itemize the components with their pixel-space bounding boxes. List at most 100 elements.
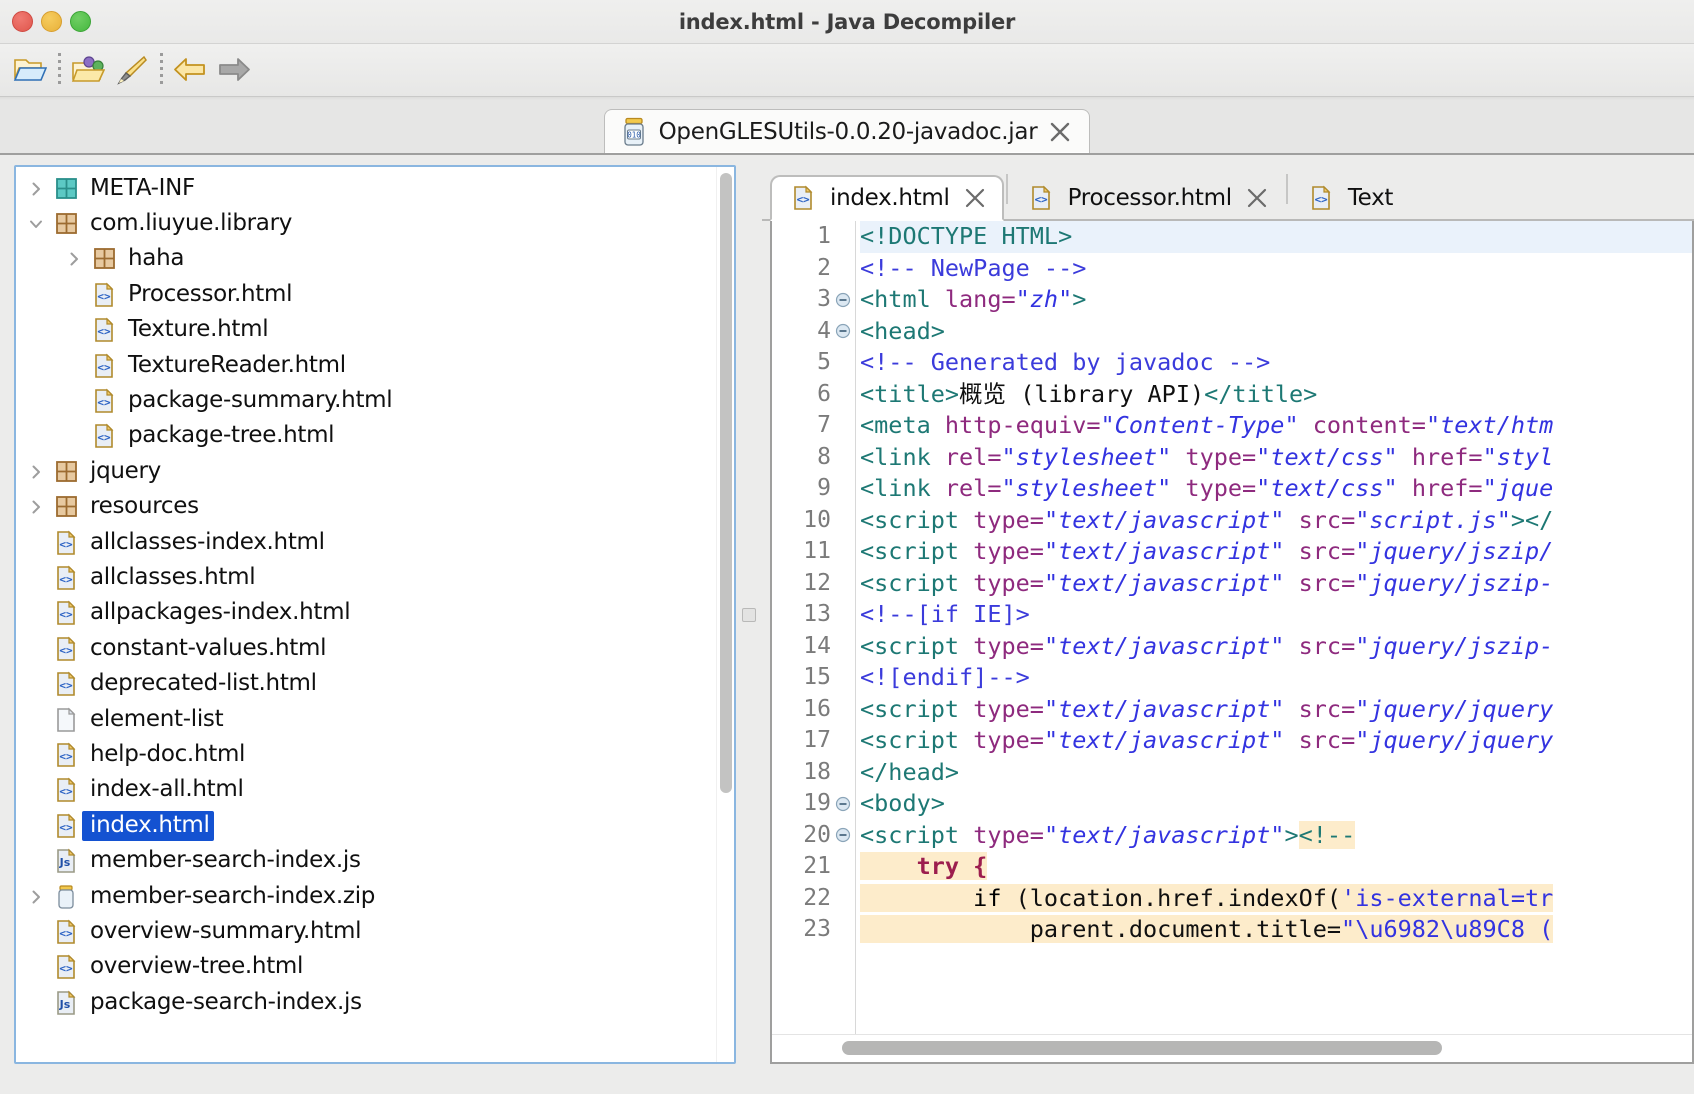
chevron-right-icon[interactable]	[27, 888, 45, 906]
tree-twisty[interactable]	[22, 888, 50, 906]
code-line[interactable]: <script type="text/javascript" src="jque…	[860, 694, 1692, 726]
code-line[interactable]: <script type="text/javascript" src="jque…	[860, 568, 1692, 600]
fold-marker[interactable]	[833, 794, 853, 814]
divider-grip[interactable]	[742, 607, 756, 622]
zoom-button[interactable]	[70, 11, 91, 32]
tree-row[interactable]: Js package-search-index.js	[16, 985, 716, 1020]
code-line[interactable]: <script type="text/javascript"><!--	[860, 820, 1692, 852]
code-area[interactable]: 1 2 3 4 5 6 7 8 9 10 11 12 13 14 15 16 17 18 19 20 21 22 23 <!…	[772, 221, 1692, 1034]
code-line[interactable]: <html lang="zh">	[860, 284, 1692, 316]
blank-file-icon	[50, 706, 82, 734]
tree-twisty[interactable]	[22, 498, 50, 516]
split-divider[interactable]	[736, 165, 762, 1064]
fold-collapse-icon[interactable]	[834, 826, 852, 844]
chevron-right-icon[interactable]	[27, 498, 45, 516]
code-line[interactable]: <link rel="stylesheet" type="text/css" h…	[860, 442, 1692, 474]
tree-row[interactable]: <> allclasses.html	[16, 560, 716, 595]
tree-row[interactable]: <> index-all.html	[16, 773, 716, 808]
code-token: "styl	[1482, 442, 1554, 471]
package-icon-brown	[50, 210, 82, 238]
code-line[interactable]: <!--[if IE]>	[860, 599, 1692, 631]
code-horizontal-scrollbar[interactable]	[772, 1034, 1692, 1062]
code-line[interactable]: if (location.href.indexOf('is-external=t…	[860, 883, 1692, 915]
tree-row[interactable]: <> help-doc.html	[16, 737, 716, 772]
tree-row[interactable]: Js member-search-index.js	[16, 843, 716, 878]
jar-tree[interactable]: META-INF com.liuyue.library haha <> Processo…	[16, 167, 716, 1062]
tree-row[interactable]: resources	[16, 490, 716, 525]
open-file-button[interactable]	[8, 50, 52, 90]
code-line[interactable]: <script type="text/javascript" src="jque…	[860, 631, 1692, 663]
tree-row[interactable]: <> package-summary.html	[16, 383, 716, 418]
tree-row[interactable]: <> package-tree.html	[16, 419, 716, 454]
code-scroll-thumb[interactable]	[842, 1041, 1442, 1055]
chevron-right-icon[interactable]	[27, 180, 45, 198]
editor-tab[interactable]: <> Processor.html	[1010, 175, 1284, 221]
tree-vertical-scrollbar[interactable]	[716, 167, 734, 1062]
tree-row[interactable]: com.liuyue.library	[16, 206, 716, 241]
chevron-right-icon[interactable]	[27, 463, 45, 481]
code-token: "zh"	[1015, 285, 1073, 313]
jar-tab[interactable]: 010 OpenGLESUtils-0.0.20-javadoc.jar	[603, 109, 1091, 153]
close-icon[interactable]	[1246, 187, 1268, 209]
tree-scroll-thumb[interactable]	[720, 173, 732, 793]
tree-twisty[interactable]	[22, 463, 50, 481]
tree-row[interactable]: <> constant-values.html	[16, 631, 716, 666]
code-line[interactable]: <link rel="stylesheet" type="text/css" h…	[860, 473, 1692, 505]
line-number-value: 5	[817, 349, 831, 375]
code-line[interactable]: <head>	[860, 316, 1692, 348]
code-line[interactable]: <title>概览 (library API)</title>	[860, 379, 1692, 411]
code-line[interactable]: <!DOCTYPE HTML>	[860, 221, 1692, 253]
code-line[interactable]: parent.document.title="\u6982\u89C8 (	[860, 914, 1692, 946]
tree-twisty[interactable]	[60, 250, 88, 268]
minimize-button[interactable]	[41, 11, 62, 32]
code-line[interactable]: <!-- NewPage -->	[860, 253, 1692, 285]
tree-row[interactable]: member-search-index.zip	[16, 879, 716, 914]
tree-row[interactable]: element-list	[16, 702, 716, 737]
code-line[interactable]: <!-- Generated by javadoc -->	[860, 347, 1692, 379]
code-line[interactable]: <script type="text/javascript" src="scri…	[860, 505, 1692, 537]
tree-row[interactable]: <> allpackages-index.html	[16, 596, 716, 631]
tree-row[interactable]: <> deprecated-list.html	[16, 666, 716, 701]
html-file-icon: <>	[95, 423, 114, 449]
tree-row[interactable]: <> Processor.html	[16, 277, 716, 312]
forward-button[interactable]	[212, 50, 256, 90]
code-line[interactable]: <meta http-equiv="Content-Type" content=…	[860, 410, 1692, 442]
open-type-button[interactable]	[66, 50, 110, 90]
tree-row[interactable]: <> index.html	[16, 808, 716, 843]
fold-marker[interactable]	[833, 825, 853, 845]
close-icon[interactable]	[1049, 121, 1071, 143]
tree-twisty[interactable]	[22, 215, 50, 233]
close-icon[interactable]	[964, 187, 986, 209]
fold-collapse-icon[interactable]	[834, 322, 852, 340]
tree-row[interactable]: <> allclasses-index.html	[16, 525, 716, 560]
fold-collapse-icon[interactable]	[834, 291, 852, 309]
tree-twisty[interactable]	[22, 180, 50, 198]
editor-tab-strip[interactable]: <> index.html <> Processor.html <> Text	[762, 165, 1694, 221]
chevron-right-icon[interactable]	[65, 250, 83, 268]
code-line[interactable]: <![endif]-->	[860, 662, 1692, 694]
code-line[interactable]: </head>	[860, 757, 1692, 789]
code-line[interactable]: <script type="text/javascript" src="jque…	[860, 536, 1692, 568]
tree-row[interactable]: <> TextureReader.html	[16, 348, 716, 383]
back-button[interactable]	[168, 50, 212, 90]
js-file-icon: Js	[50, 989, 82, 1017]
tree-row[interactable]: haha	[16, 242, 716, 277]
html-file-icon: <>	[1308, 184, 1334, 212]
chevron-down-icon[interactable]	[27, 215, 45, 233]
fold-marker[interactable]	[833, 290, 853, 310]
tree-row[interactable]: <> overview-summary.html	[16, 914, 716, 949]
editor-tab[interactable]: <> index.html	[770, 175, 1004, 221]
tree-row[interactable]: <> overview-tree.html	[16, 950, 716, 985]
tree-row[interactable]: jquery	[16, 454, 716, 489]
code-line[interactable]: try {	[860, 851, 1692, 883]
fold-collapse-icon[interactable]	[834, 795, 852, 813]
search-button[interactable]	[110, 50, 154, 90]
fold-marker[interactable]	[833, 321, 853, 341]
close-button[interactable]	[12, 11, 33, 32]
tree-row[interactable]: META-INF	[16, 171, 716, 206]
editor-tab[interactable]: <> Text	[1290, 175, 1409, 221]
tree-row[interactable]: <> Texture.html	[16, 313, 716, 348]
code-line[interactable]: <body>	[860, 788, 1692, 820]
code-line[interactable]: <script type="text/javascript" src="jque…	[860, 725, 1692, 757]
code-content[interactable]: <!DOCTYPE HTML> <!-- NewPage --> <html lan…	[856, 221, 1692, 1034]
